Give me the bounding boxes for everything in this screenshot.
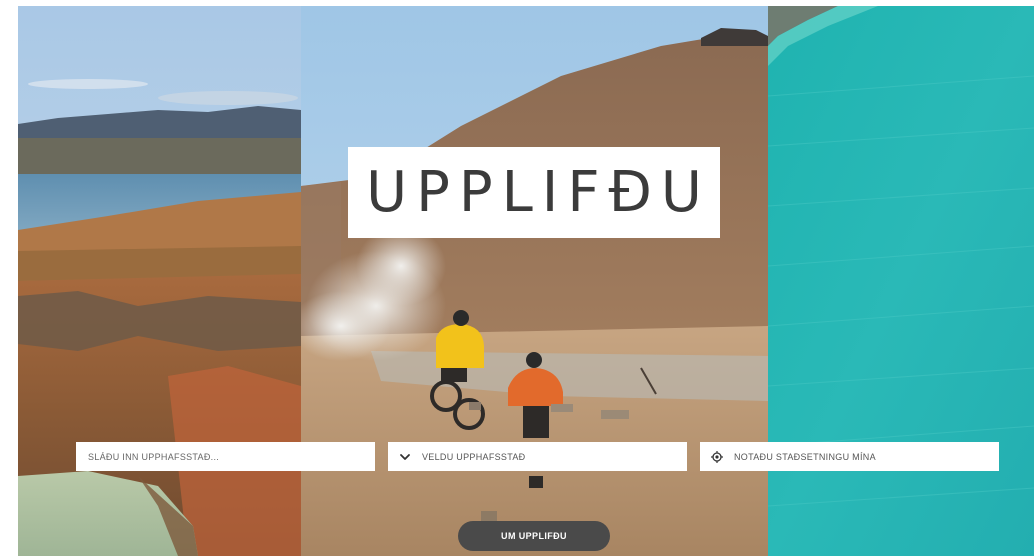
hero-photo-turquoise-water xyxy=(768,6,1034,556)
about-button-label: UM UPPLIFÐU xyxy=(501,531,567,541)
hero-photo-cyclists xyxy=(301,6,768,556)
about-button[interactable]: UM UPPLIFÐU xyxy=(458,521,610,551)
hero-stage: UPPLIFÐU VELDU UPPHAFSSTAÐ NOTAÐU STAÐSE… xyxy=(18,6,1034,556)
hero-title: UPPLIFÐU xyxy=(366,160,711,225)
hero-title-box: UPPLIFÐU xyxy=(348,147,720,238)
hero-photo-crater-lake xyxy=(18,6,301,556)
use-my-location-label: NOTAÐU STAÐSETNINGU MÍNA xyxy=(734,451,876,462)
start-location-select-label: VELDU UPPHAFSSTAÐ xyxy=(422,451,526,462)
location-target-icon xyxy=(710,450,724,464)
use-my-location-button[interactable]: NOTAÐU STAÐSETNINGU MÍNA xyxy=(700,442,999,471)
start-location-field[interactable] xyxy=(76,442,375,471)
start-location-input[interactable] xyxy=(86,450,375,463)
chevron-down-icon xyxy=(398,450,412,464)
start-location-select[interactable]: VELDU UPPHAFSSTAÐ xyxy=(388,442,687,471)
